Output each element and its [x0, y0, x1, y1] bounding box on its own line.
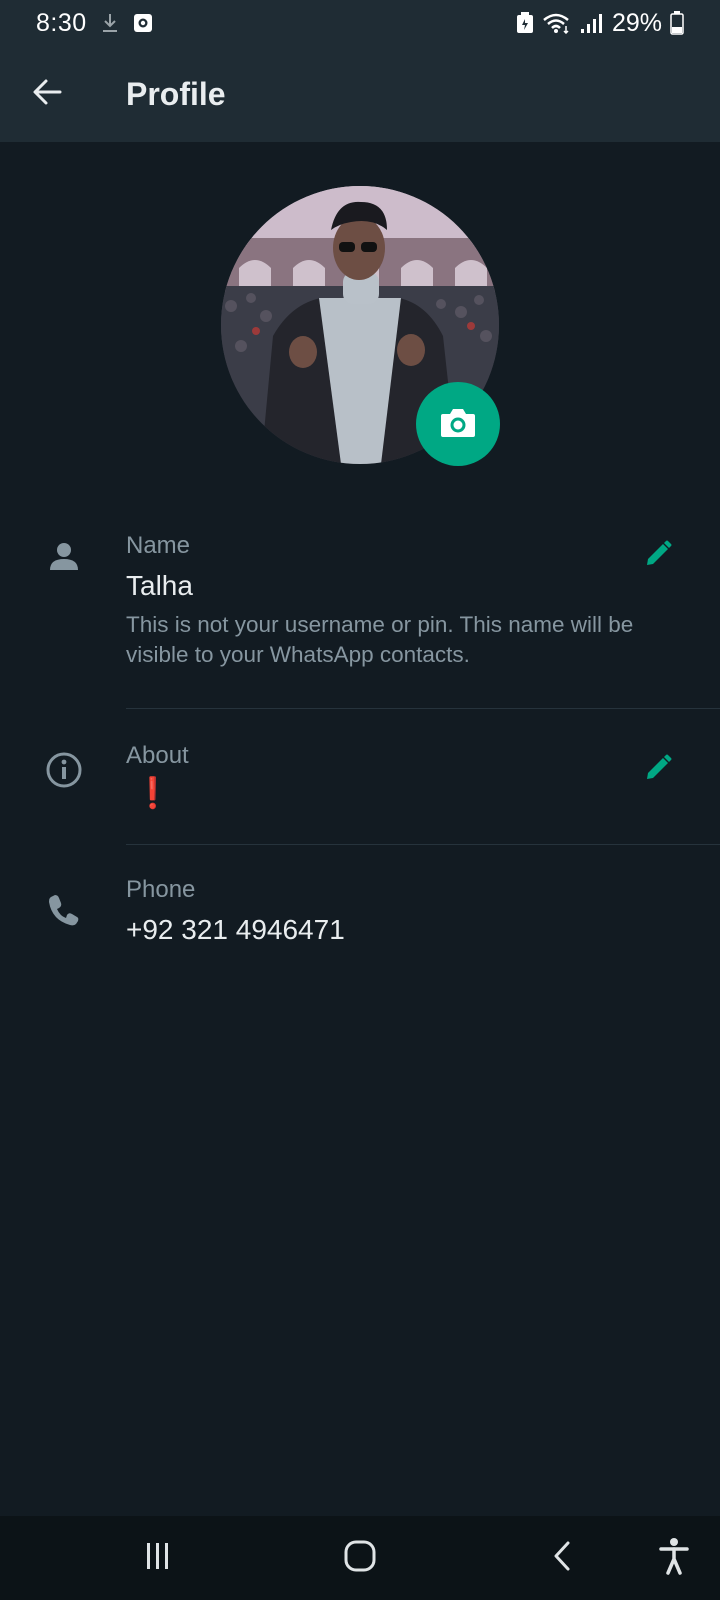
about-row[interactable]: About ❗: [0, 728, 720, 838]
nav-back-button[interactable]: [522, 1516, 602, 1600]
name-label: Name: [126, 532, 191, 559]
wifi-icon: [542, 12, 572, 34]
profile-photo-section: [221, 186, 500, 466]
screen-record-icon: [133, 13, 153, 33]
app-bar: Profile: [0, 46, 720, 142]
name-row[interactable]: Name Talha This is not your username or …: [0, 520, 720, 690]
page-title: Profile: [126, 75, 226, 112]
signal-icon: [580, 12, 604, 34]
about-value: ❗: [134, 777, 172, 810]
phone-label: Phone: [126, 876, 196, 903]
home-button[interactable]: [320, 1516, 400, 1600]
divider: [126, 708, 720, 709]
info-icon: [40, 746, 88, 794]
pencil-icon: [643, 539, 673, 574]
home-icon: [344, 1540, 376, 1577]
phone-row: Phone +92 321 4946471: [0, 862, 720, 972]
back-button[interactable]: [0, 46, 100, 142]
arrow-left-icon: [30, 75, 64, 114]
camera-icon: [439, 405, 477, 444]
download-icon: [101, 12, 119, 34]
about-label: About: [126, 742, 189, 769]
person-icon: [40, 532, 88, 580]
edit-name-button[interactable]: [636, 534, 680, 578]
accessibility-button[interactable]: [634, 1516, 714, 1600]
edit-about-button[interactable]: [636, 748, 680, 792]
name-value: Talha: [126, 570, 193, 601]
recents-icon: [143, 1541, 173, 1576]
battery-saver-icon: [516, 12, 534, 34]
back-icon: [550, 1540, 574, 1577]
name-hint: This is not your username or pin. This n…: [126, 612, 634, 667]
battery-percent: 29%: [611, 8, 662, 37]
change-photo-button[interactable]: [416, 382, 500, 466]
accessibility-icon: [658, 1537, 690, 1580]
divider: [126, 844, 720, 845]
system-nav-bar: [0, 1516, 720, 1600]
status-bar: 8:30 29%: [0, 0, 720, 46]
battery-icon: [670, 11, 684, 35]
phone-icon: [40, 886, 88, 934]
pencil-icon: [643, 753, 673, 788]
recents-button[interactable]: [118, 1516, 198, 1600]
status-time: 8:30: [36, 8, 87, 37]
phone-value: +92 321 4946471: [126, 914, 345, 945]
